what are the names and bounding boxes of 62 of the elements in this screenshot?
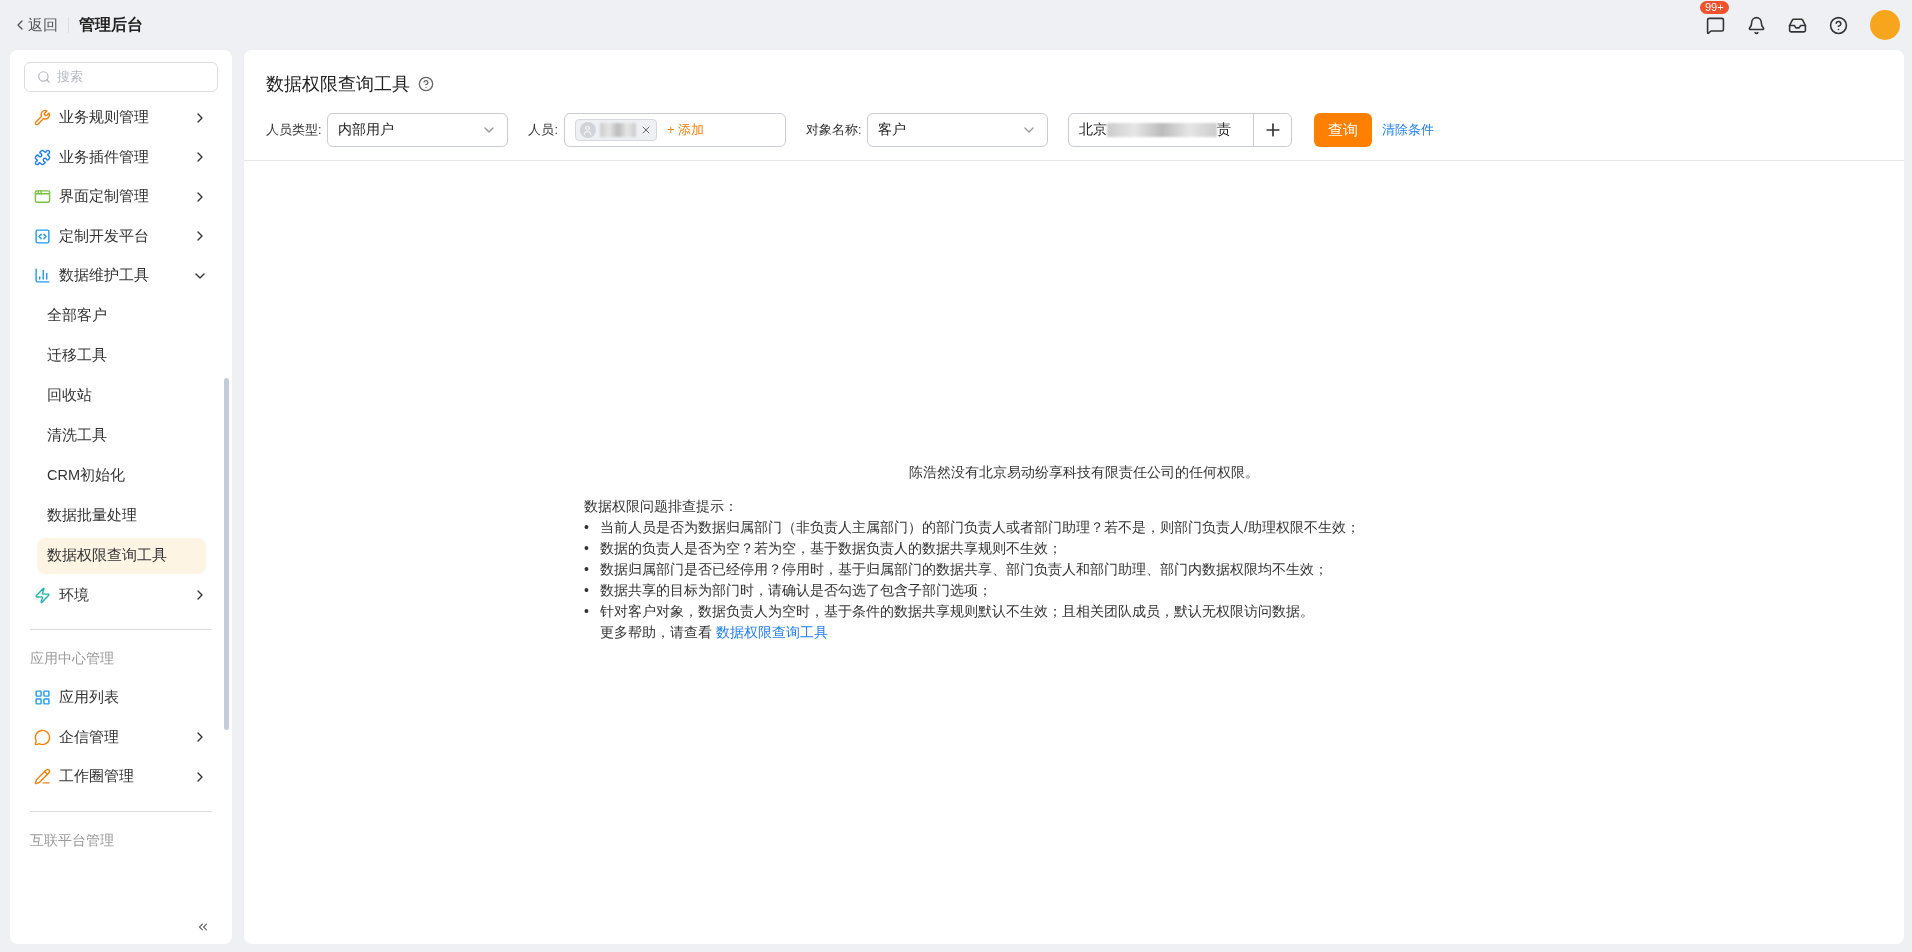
select-field[interactable]: 内部用户 [327, 113, 509, 147]
menu-item[interactable]: 环境 [24, 575, 218, 615]
tip-item: 数据共享的目标为部门时，请确认是否勾选了包含子部门选项； [600, 581, 992, 600]
unread-badge: 99+ [1700, 0, 1729, 14]
submenu-item[interactable]: 数据批量处理 [37, 497, 206, 534]
lookup-field[interactable]: 北京 责 [1068, 113, 1293, 147]
bar-chart-icon [34, 267, 51, 285]
bullet: • [584, 560, 590, 579]
submenu-item[interactable]: 回收站 [37, 377, 206, 414]
section-heading: 应用中心管理 [29, 650, 115, 668]
help-icon[interactable] [418, 76, 434, 92]
bullet: • [584, 581, 590, 600]
bell-icon[interactable] [1747, 15, 1766, 35]
select-field[interactable]: 客户 [867, 113, 1049, 147]
menu-item[interactable]: 企信管理 [24, 717, 218, 757]
wrench-icon [34, 109, 51, 127]
tip-item: 数据的负责人是否为空？若为空，基于数据负责人的数据共享规则不生效； [600, 539, 1062, 558]
page-title: 数据权限查询工具 [266, 73, 410, 96]
filter-label: 对象名称: [805, 121, 862, 139]
messages-icon[interactable] [1706, 15, 1725, 35]
person-icon [579, 122, 596, 138]
menu-item[interactable]: 定制开发平台 [24, 216, 218, 256]
plus-icon[interactable] [1253, 114, 1292, 146]
menu-item[interactable]: 界面定制管理 [24, 177, 218, 217]
section-heading: 互联平台管理 [29, 831, 115, 850]
filter-label: 人员: [528, 121, 558, 139]
menu-item[interactable]: 应用列表 [24, 678, 218, 718]
clear-link[interactable]: 清除条件 [1382, 121, 1435, 139]
filter-label: 人员类型: [266, 121, 322, 139]
menu-item[interactable]: 业务规则管理 [24, 98, 218, 138]
menu-item[interactable]: 工作圈管理 [24, 757, 218, 797]
window-icon [34, 188, 51, 206]
menu-item[interactable]: 数据维护工具 [24, 256, 218, 296]
submenu-item[interactable]: 全部客户 [37, 297, 206, 334]
chat-bubble-icon [34, 728, 51, 746]
inbox-icon[interactable] [1788, 15, 1807, 35]
collapse-icon[interactable] [196, 920, 210, 934]
bullet: • [584, 539, 590, 558]
submenu-item[interactable]: CRM初始化 [37, 457, 206, 494]
tip-item: 针对客户对象，数据负责人为空时，基于条件的数据共享规则默认不生效；且相关团队成员，默认无权限访问数据。 [600, 602, 1314, 621]
puzzle-icon [34, 148, 51, 166]
tip-item: 数据归属部门是否已经停用？停用时，基于归属部门的数据共享、部门负责人和部门助理、部门内数据权限均不生效； [600, 560, 1328, 579]
grid-icon [34, 689, 51, 707]
submenu-item[interactable]: 数据权限查询工具 [37, 537, 206, 574]
pencil-icon [34, 768, 51, 786]
submenu-item[interactable]: 清洗工具 [37, 417, 206, 454]
help-text: 更多帮助，请查看 [600, 624, 713, 640]
help-icon[interactable] [1829, 15, 1848, 35]
submenu-item[interactable]: 迁移工具 [37, 337, 206, 374]
help-link[interactable]: 数据权限查询工具 [715, 624, 828, 640]
menu-item[interactable]: 业务插件管理 [24, 137, 218, 177]
bullet: • [584, 602, 590, 621]
back-link[interactable]: 返回 [12, 15, 58, 35]
tips-heading: 数据权限问题排查提示： [584, 497, 739, 516]
no-permission-message: 陈浩然没有北京易动纷享科技有限责任公司的任何权限。 [909, 464, 1259, 482]
bullet: • [584, 518, 590, 537]
search-icon [37, 70, 51, 84]
app-title: 管理后台 [79, 14, 143, 35]
lightning-icon [34, 586, 51, 604]
code-icon [34, 227, 51, 245]
tip-item: 当前人员是否为数据归属部门（非负责人主属部门）的部门负责人或者部门助理？若不是，则部门负责人/助理权限不生效； [600, 518, 1360, 537]
scrollbar[interactable] [224, 378, 229, 730]
